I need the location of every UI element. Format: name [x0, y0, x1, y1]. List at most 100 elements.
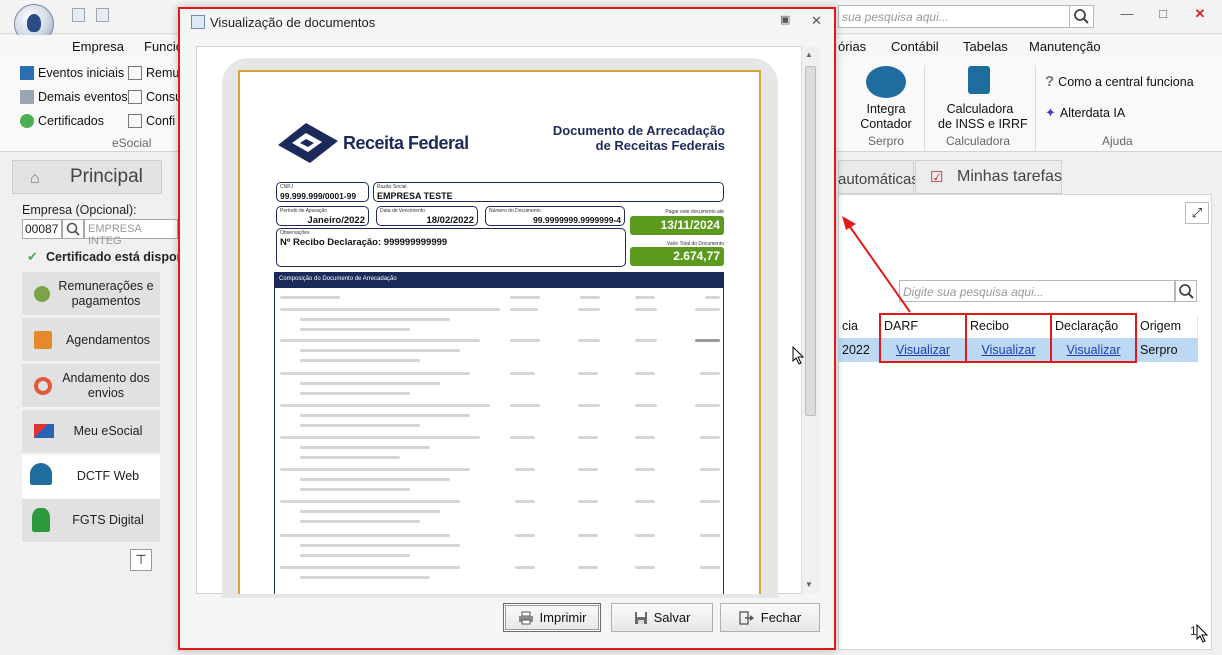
cell-origem[interactable]: Serpro — [1136, 338, 1198, 362]
calendar-icon — [34, 331, 52, 349]
scroll-up-icon[interactable]: ▲ — [805, 50, 813, 59]
save-button-label: Salvar — [653, 610, 691, 625]
close-icon[interactable]: ✕ — [1190, 6, 1210, 22]
ribbon-label: Remu — [146, 66, 180, 80]
consultas-ribbon-button[interactable]: Consu — [128, 90, 182, 104]
group-label-ajuda: Ajuda — [1102, 134, 1133, 148]
tab-automaticas-label: automáticas — [838, 171, 919, 188]
close-button-label: Fechar — [760, 610, 802, 625]
highlight-declaracao-column — [1050, 313, 1137, 363]
menu-empresa[interactable]: Empresa — [72, 39, 124, 54]
ribbon-label: Certificados — [38, 114, 104, 128]
ribbon-separator — [1035, 66, 1036, 150]
configuracoes-ribbon-button[interactable]: Confi — [128, 114, 175, 128]
search-icon — [1074, 9, 1089, 24]
grid-icon[interactable] — [72, 8, 85, 22]
field-observacoes: Observações Nº Recibo Declaração: 999999… — [276, 228, 626, 267]
menu-contabil[interactable]: Contábil — [891, 39, 939, 54]
ribbon-label: Confi — [146, 114, 176, 128]
column-header-origem[interactable]: Origem — [1136, 315, 1198, 337]
integra-contador-button[interactable]: Integra Contador — [852, 102, 920, 132]
alterdata-ia-button[interactable]: ✦ Alterdata IA — [1045, 105, 1125, 121]
collapse-panel-icon[interactable]: ⊤ — [130, 549, 152, 571]
valor-total-value: 2.674,77 — [630, 247, 724, 266]
monitor-icon — [128, 90, 142, 104]
tab-minhas-tarefas-label: Minhas tarefas — [957, 168, 1062, 185]
dialog-close-icon[interactable]: ✕ — [811, 13, 822, 29]
field-label: Número do Documento — [489, 208, 541, 214]
sidebar-item-agendamentos[interactable]: Agendamentos — [22, 318, 160, 362]
menu-relatorios[interactable]: órias — [838, 39, 866, 54]
empresa-label: Empresa (Opcional): — [22, 203, 137, 217]
sidebar-item-fgts-digital[interactable]: FGTS Digital — [22, 499, 160, 543]
ribbon-separator — [924, 66, 925, 150]
demais-eventos-button[interactable]: Demais eventos — [20, 90, 128, 104]
cert-status-text: Certificado está disponí — [46, 250, 188, 264]
search-icon — [1179, 284, 1194, 299]
search-button[interactable] — [1070, 5, 1094, 28]
scroll-down-icon[interactable]: ▼ — [805, 580, 813, 589]
field-value: 18/02/2022 — [426, 215, 474, 226]
minimize-icon[interactable]: — — [1117, 6, 1137, 22]
expand-icon[interactable]: ⤢ — [1185, 202, 1209, 224]
maximize-icon[interactable]: □ — [1153, 6, 1173, 22]
search-icon — [66, 222, 80, 236]
sparkle-icon: ✦ — [1045, 105, 1056, 120]
menu-tabelas[interactable]: Tabelas — [963, 39, 1008, 54]
ribbon-label: Consu — [146, 90, 183, 104]
close-button[interactable]: Fechar — [720, 603, 820, 632]
sidebar-item-label: FGTS Digital — [72, 513, 144, 527]
sidebar-item-label: Meu eSocial — [73, 424, 143, 438]
field-label: Período de Apuração — [280, 208, 327, 214]
cursor-icon — [1196, 624, 1209, 643]
sidebar-item-label: Remunerações e pagamentos — [58, 279, 154, 308]
home-icon: ⌂ — [30, 170, 40, 187]
pagar-ate-value: 13/11/2024 — [630, 216, 724, 235]
integra-contador-icon[interactable] — [866, 66, 906, 98]
restore-icon[interactable]: ▣ — [780, 13, 790, 26]
field-value: 99.9999999.9999999-4 — [533, 215, 621, 225]
composicao-blurred-rows — [280, 294, 720, 590]
calculator-icon[interactable] — [968, 66, 990, 94]
ribbon-label: Eventos iniciais — [38, 66, 125, 80]
cell-competencia[interactable]: 2022 — [838, 338, 880, 362]
como-funciona-button[interactable]: ? Como a central funciona — [1045, 73, 1194, 90]
scrollbar-thumb[interactable] — [805, 66, 816, 416]
help-icon: ? — [1045, 73, 1055, 90]
group-label-calculadora: Calculadora — [946, 134, 1011, 148]
field-value: 99.999.999/0001-99 — [280, 191, 357, 201]
grid-search-input[interactable]: Digite sua pesquisa aqui... — [899, 280, 1175, 302]
exit-icon — [739, 610, 754, 625]
remuneracoes-ribbon-button[interactable]: Remu — [128, 66, 179, 80]
field-label: CNPJ — [280, 184, 294, 190]
sidebar-item-andamento[interactable]: Andamento dos envios — [22, 364, 160, 408]
sidebar-item-meu-esocial[interactable]: Meu eSocial — [22, 410, 160, 454]
field-value: EMPRESA TESTE — [377, 191, 453, 201]
money-icon — [34, 286, 50, 302]
ribbon-label: Alterdata IA — [1059, 106, 1126, 120]
ribbon-label: Demais eventos — [38, 90, 128, 104]
sidebar-item-remuneracoes[interactable]: Remunerações e pagamentos — [22, 272, 160, 316]
field-value: Nº Recibo Declaração: 999999999999 — [280, 237, 448, 248]
pagar-label: Pagar este documento até — [665, 209, 724, 215]
certificados-button[interactable]: Certificados — [20, 114, 104, 128]
print-button[interactable]: Imprimir — [503, 603, 601, 632]
eventos-iniciais-button[interactable]: Eventos iniciais — [20, 66, 124, 80]
search-input[interactable]: sua pesquisa aqui... — [838, 5, 1070, 28]
save-button[interactable]: Salvar — [611, 603, 713, 632]
dialog-title: Visualização de documentos — [210, 15, 376, 30]
empresa-code-input[interactable]: 00087 — [22, 219, 62, 239]
document-viewer-icon — [191, 15, 205, 29]
calculadora-button[interactable]: Calculadora de INSS e IRRF — [938, 102, 1028, 132]
document-icon[interactable] — [96, 8, 109, 22]
empresa-name-input[interactable]: EMPRESA INTEG — [84, 219, 178, 247]
menu-manutencao[interactable]: Manutenção — [1029, 39, 1101, 54]
field-value: Janeiro/2022 — [307, 215, 365, 226]
image-icon — [128, 66, 142, 80]
empresa-search-button[interactable] — [62, 219, 84, 239]
sidebar-item-dctf-web[interactable]: DCTF Web — [22, 455, 160, 499]
check-icon: ✔ — [27, 249, 38, 264]
sidebar-item-label: Andamento dos envios — [62, 371, 150, 400]
field-razao-social: Razão Social EMPRESA TESTE — [373, 182, 724, 202]
grid-search-button[interactable] — [1175, 280, 1197, 302]
